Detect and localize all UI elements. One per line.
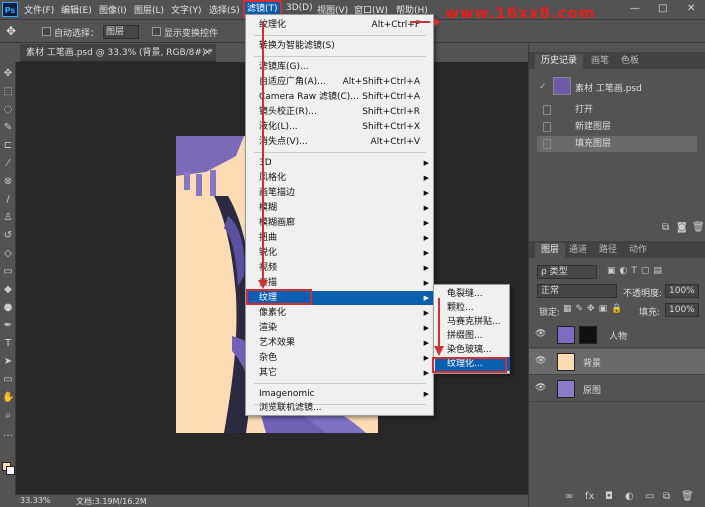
add-mask-icon[interactable]: ◘ — [605, 491, 613, 502]
layer-mask-thumbnail — [579, 326, 597, 344]
layer-filter-select[interactable]: ρ 类型 — [537, 265, 597, 279]
layer-row[interactable]: 👁 原图 — [529, 376, 705, 402]
camera-snapshot-icon[interactable]: ◙ — [677, 222, 687, 233]
layer-thumbnail — [557, 380, 575, 398]
layer-row[interactable]: 👁 人物 — [529, 322, 705, 348]
history-panel-tabs: 历史记录 画笔 色板 — [529, 52, 705, 69]
history-brush-source-icon[interactable]: ✓ — [539, 82, 547, 92]
opacity-input[interactable]: 100% — [665, 284, 699, 298]
history-state[interactable]: 新建图层 — [537, 119, 697, 135]
tab-history[interactable]: 历史记录 — [535, 54, 584, 69]
new-document-icon[interactable]: ⧉ — [662, 222, 669, 233]
blend-mode-select[interactable]: 正常 — [537, 284, 617, 298]
history-state-icon — [543, 139, 551, 149]
snapshot-label: 素材 工笔画.psd — [575, 84, 642, 94]
tab-channels[interactable]: 通道 — [563, 243, 593, 258]
adjustment-layer-icon[interactable]: ◐ — [625, 491, 634, 502]
layer-thumbnail — [557, 353, 575, 371]
delete-layer-icon[interactable]: 🗑 — [681, 491, 694, 502]
new-group-icon[interactable]: ▭ — [645, 491, 654, 502]
layer-name[interactable]: 背景 — [583, 356, 601, 369]
history-state-icon — [543, 122, 551, 132]
history-state-selected[interactable]: 填充图层 — [537, 136, 697, 152]
fx-icon[interactable]: fx — [585, 491, 594, 502]
history-state-icon — [543, 105, 551, 115]
fill-label: 填充: — [639, 308, 661, 318]
eye-icon[interactable]: 👁 — [535, 329, 546, 339]
lock-label: 锁定: — [539, 308, 561, 318]
tab-actions[interactable]: 动作 — [623, 243, 653, 258]
snapshot-thumbnail[interactable] — [553, 77, 571, 95]
tab-brushes[interactable]: 画笔 — [585, 54, 615, 69]
lock-icons[interactable]: ▦✎✥▣🔒 — [563, 304, 626, 314]
layers-panel-tabs: 图层 通道 路径 动作 — [529, 241, 705, 258]
delete-history-icon[interactable]: 🗑 — [692, 222, 705, 233]
tab-paths[interactable]: 路径 — [593, 243, 623, 258]
opacity-label: 不透明度: — [623, 289, 663, 299]
layer-name[interactable]: 人物 — [609, 329, 627, 342]
layer-thumbnail — [557, 326, 575, 344]
tab-swatches[interactable]: 色板 — [615, 54, 645, 69]
eye-icon[interactable]: 👁 — [535, 356, 546, 366]
history-state[interactable]: 打开 — [537, 102, 697, 118]
new-layer-icon[interactable]: ⧉ — [663, 491, 670, 502]
layer-row-selected[interactable]: 👁 背景 — [529, 349, 705, 375]
link-layers-icon[interactable]: ∞ — [565, 491, 573, 502]
layer-filter-icons[interactable]: ▣◐T▢▤ — [607, 266, 666, 276]
layers-bottom-toolbar: ∞ fx ◘ ◐ ▭ ⧉ 🗑 — [529, 489, 705, 507]
eye-icon[interactable]: 👁 — [535, 383, 546, 393]
fill-input[interactable]: 100% — [665, 303, 699, 317]
right-panels: 历史记录 画笔 色板 素材 工笔画.psd ✓ 打开 新建图层 填充图层 ⧉ ◙… — [528, 44, 705, 507]
tab-layers[interactable]: 图层 — [535, 243, 566, 258]
layer-name[interactable]: 原图 — [583, 383, 601, 396]
